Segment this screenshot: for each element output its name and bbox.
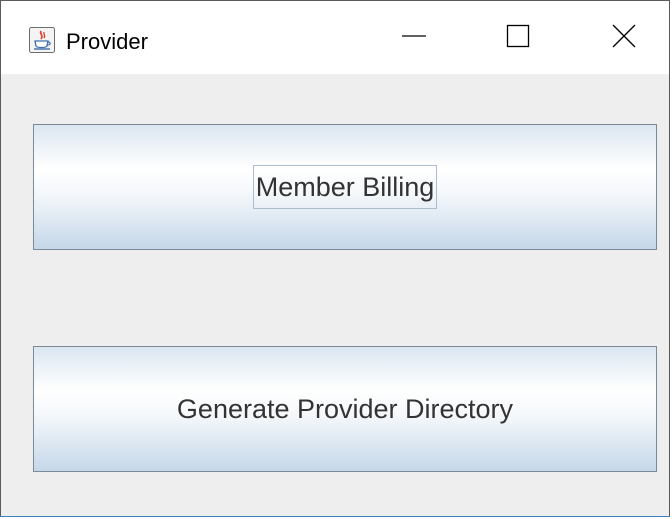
maximize-icon bbox=[505, 23, 531, 54]
member-billing-label: Member Billing bbox=[252, 165, 438, 209]
minimize-button[interactable] bbox=[379, 1, 449, 75]
window-title: Provider bbox=[66, 29, 148, 54]
provider-window: Provider Member Billing Generate Provide… bbox=[0, 0, 670, 517]
minimize-icon bbox=[401, 23, 427, 54]
generate-provider-directory-label: Generate Provider Directory bbox=[176, 394, 514, 424]
maximize-button[interactable] bbox=[483, 1, 553, 75]
java-cup-icon[interactable] bbox=[29, 27, 55, 53]
member-billing-button[interactable]: Member Billing bbox=[33, 124, 657, 250]
title-bar[interactable]: Provider bbox=[1, 1, 669, 75]
content-panel: Member Billing Generate Provider Directo… bbox=[1, 75, 669, 516]
generate-provider-directory-button[interactable]: Generate Provider Directory bbox=[33, 346, 657, 472]
close-button[interactable] bbox=[589, 1, 659, 75]
close-icon bbox=[611, 23, 637, 54]
